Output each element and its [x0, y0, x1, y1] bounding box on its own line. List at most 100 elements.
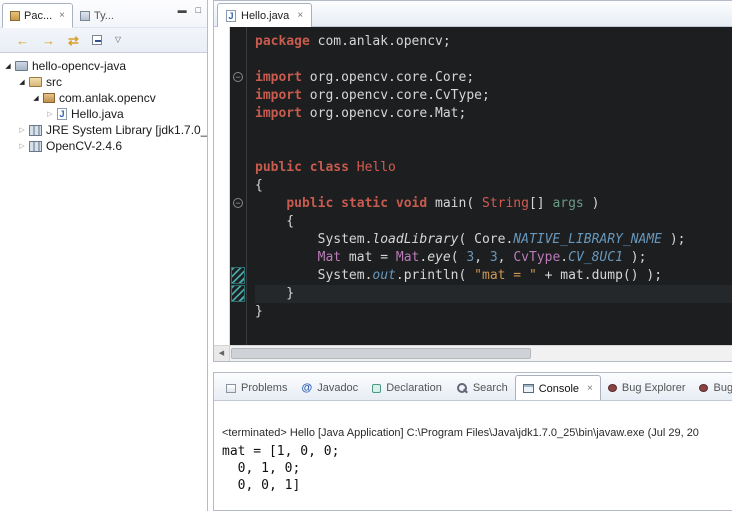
library-icon — [29, 141, 42, 152]
collapse-all-button[interactable] — [92, 34, 102, 47]
search-icon — [456, 382, 468, 394]
console-status-line: <terminated> Hello [Java Application] C:… — [222, 427, 732, 439]
tree-item-src[interactable]: ◢src — [0, 74, 207, 90]
view-tab-declaration[interactable]: Declaration — [365, 376, 449, 400]
fold-collapse-icon[interactable]: − — [233, 72, 243, 82]
code-line[interactable] — [255, 141, 732, 159]
code-line[interactable]: public static void main( String[] args ) — [255, 195, 732, 213]
package-explorer-panel: Pac... × Ty... ▬ □ ← → ⇄ ▽ ◢ hello-opencv-j… — [0, 0, 208, 511]
code-line[interactable]: { — [255, 177, 732, 195]
code-line[interactable] — [255, 51, 732, 69]
bottom-tab-row: Problems @Javadoc Declaration Search Console… — [214, 373, 732, 401]
left-tab-area: Pac... × Ty... ▬ □ — [0, 0, 207, 27]
scroll-left-arrow-icon[interactable]: ◀ — [214, 346, 230, 361]
view-tab-search[interactable]: Search — [449, 376, 515, 400]
view-tab-label: Problems — [241, 382, 287, 394]
expanded-arrow-icon[interactable]: ◢ — [30, 94, 42, 102]
console-output-line: mat = [1, 0, 0; — [222, 443, 732, 460]
console-output-line: 0, 1, 0; — [222, 460, 732, 477]
maximize-icon[interactable]: □ — [196, 5, 201, 15]
scrollbar-thumb[interactable] — [231, 348, 531, 359]
library-icon — [29, 125, 42, 136]
bug-icon — [608, 384, 617, 392]
annotation-hatch — [231, 267, 245, 284]
package-explorer-icon — [10, 11, 20, 21]
close-icon[interactable]: × — [59, 10, 65, 21]
editor-tab-label: Hello.java — [241, 10, 289, 22]
editor-tab-hello-java[interactable]: J Hello.java × — [217, 3, 312, 27]
project-icon — [15, 61, 28, 71]
code-line[interactable]: } — [255, 303, 732, 321]
close-icon[interactable]: × — [297, 10, 303, 21]
code-line[interactable]: package com.anlak.opencv; — [255, 33, 732, 51]
code-area[interactable]: package com.anlak.opencv; import org.ope… — [247, 27, 732, 345]
tree-item-hello-opencv-java[interactable]: ◢ hello-opencv-java — [0, 58, 207, 74]
tree-item-hello-java[interactable]: ▷JHello.java — [0, 106, 207, 122]
bug-icon — [699, 384, 708, 392]
collapsed-arrow-icon[interactable]: ▷ — [16, 126, 28, 134]
javadoc-icon: @ — [301, 382, 312, 394]
view-tab-label: Search — [473, 382, 508, 394]
console-output-line: 0, 0, 1] — [222, 477, 732, 494]
java-file-icon: J — [226, 10, 236, 22]
view-tab-ty[interactable]: Ty... — [73, 4, 121, 27]
declaration-icon — [372, 384, 381, 393]
back-button[interactable]: ← — [16, 34, 29, 47]
horizontal-scrollbar[interactable]: ◀ — [214, 345, 732, 361]
code-line[interactable]: import org.opencv.core.CvType; — [255, 87, 732, 105]
link-with-editor-button[interactable]: ⇄ — [68, 34, 79, 47]
tree-item-jre-system-library-jdk1-7-0-25[interactable]: ▷ JRE System Library [jdk1.7.0_25] — [0, 122, 207, 138]
tree-item-label: OpenCV-2.4.6 — [46, 139, 122, 153]
tree-item-label: hello-opencv-java — [32, 59, 126, 73]
code-line[interactable]: import org.opencv.core.Mat; — [255, 105, 732, 123]
view-tab-label: Pac... — [24, 10, 52, 22]
package-explorer-toolbar: ← → ⇄ ▽ — [0, 27, 207, 52]
forward-button[interactable]: → — [42, 34, 55, 47]
problems-icon — [226, 384, 236, 393]
tree-item-label: JRE System Library [jdk1.7.0_25] — [46, 123, 208, 137]
code-line[interactable]: public class Hello — [255, 159, 732, 177]
view-tab-problems[interactable]: Problems — [219, 376, 294, 400]
fold-collapse-icon[interactable]: − — [233, 198, 243, 208]
view-tab-bug-explorer[interactable]: Bug Explorer — [601, 376, 693, 400]
collapsed-arrow-icon[interactable]: ▷ — [16, 142, 28, 150]
view-tab-bug[interactable]: Bug — [692, 376, 732, 400]
code-line[interactable]: System.loadLibrary( Core.NATIVE_LIBRARY_… — [255, 231, 732, 249]
annotation-ruler — [214, 27, 230, 345]
code-line[interactable]: } — [255, 285, 732, 303]
close-icon[interactable]: × — [587, 383, 593, 394]
project-tree: ◢hello-opencv-java◢src◢com.anlak.opencv▷… — [0, 53, 207, 154]
type-hierarchy-icon — [80, 11, 90, 21]
tree-item-label: com.anlak.opencv — [59, 91, 156, 105]
code-line[interactable]: System.out.println( "mat = " + mat.dump(… — [255, 267, 732, 285]
view-menu-button[interactable]: ▽ — [115, 36, 121, 44]
java-file-icon: J — [57, 108, 67, 120]
tree-item-opencv-2-4-6[interactable]: ▷ OpenCV-2.4.6 — [0, 138, 207, 154]
tree-item-com-anlak-opencv[interactable]: ◢ com.anlak.opencv — [0, 90, 207, 106]
collapsed-arrow-icon[interactable]: ▷ — [44, 110, 56, 118]
package-explorer-header: Pac... × Ty... ▬ □ ← → ⇄ ▽ — [0, 0, 207, 53]
code-editor[interactable]: − − package com.anlak.opencv; import org.… — [214, 27, 732, 345]
code-line[interactable]: Mat mat = Mat.eye( 3, 3, CvType.CV_8UC1 … — [255, 249, 732, 267]
view-tab-pac[interactable]: Pac... × — [2, 3, 73, 28]
console-view: <terminated> Hello [Java Application] C:… — [214, 401, 732, 494]
expanded-arrow-icon[interactable]: ◢ — [2, 62, 14, 70]
panel-window-buttons: ▬ □ — [178, 5, 201, 15]
expanded-arrow-icon[interactable]: ◢ — [16, 78, 28, 86]
collapse-all-icon — [92, 35, 102, 45]
view-tab-label: Declaration — [386, 382, 442, 394]
src-folder-icon — [29, 77, 42, 87]
code-line[interactable]: { — [255, 213, 732, 231]
code-line[interactable]: import org.opencv.core.Core; — [255, 69, 732, 87]
console-output[interactable]: mat = [1, 0, 0; 0, 1, 0; 0, 0, 1] — [222, 443, 732, 494]
annotation-hatch — [231, 285, 245, 302]
editor-panel: J Hello.java × − − package com.anlak.open… — [213, 0, 732, 362]
view-tab-label: Console — [539, 383, 579, 395]
minimize-icon[interactable]: ▬ — [178, 5, 187, 15]
code-line[interactable] — [255, 123, 732, 141]
console-panel: Problems @Javadoc Declaration Search Console… — [213, 372, 732, 511]
view-tab-console[interactable]: Console × — [515, 375, 601, 401]
view-tab-javadoc[interactable]: @Javadoc — [294, 376, 365, 400]
view-tab-label: Bug — [713, 382, 732, 394]
eclipse-window: Pac... × Ty... ▬ □ ← → ⇄ ▽ ◢ hello-opencv-j… — [0, 0, 732, 511]
